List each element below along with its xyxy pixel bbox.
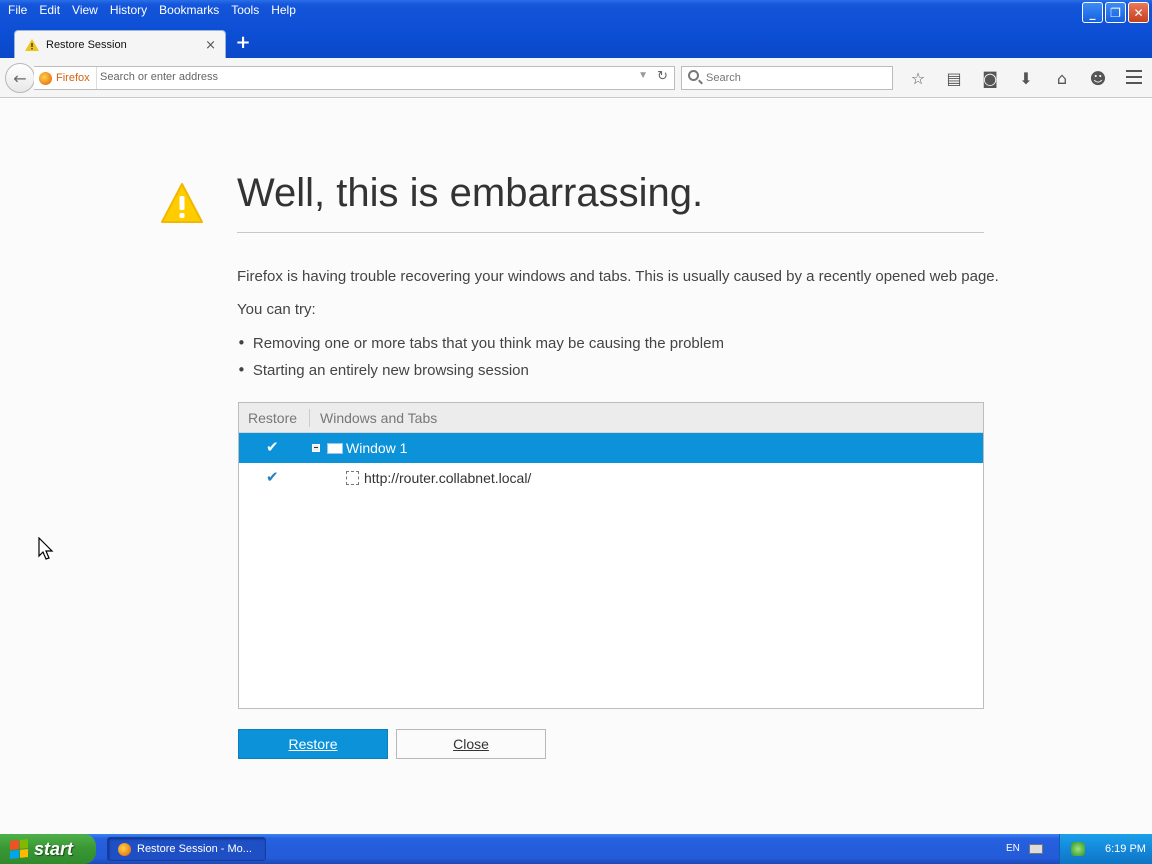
hello-icon[interactable]: ☻ [1080,66,1116,90]
close-button[interactable]: Close [396,729,546,759]
menu-history[interactable]: History [104,0,153,20]
site-identity[interactable]: Firefox [39,67,97,89]
tab-url-label: http://router.collabnet.local/ [364,470,532,486]
window-titlebar: File Edit View History Bookmarks Tools H… [0,0,1152,59]
restore-checkbox[interactable]: ✔ [266,468,279,486]
tree-header: Restore Windows and Tabs [239,403,983,433]
collapse-toggle-icon[interactable] [312,444,320,452]
window-controls: _ ❐ ✕ [1082,2,1149,23]
window-label: Window 1 [346,440,408,456]
tab-restore-session[interactable]: Restore Session × [14,30,226,59]
language-indicator[interactable]: EN [1006,843,1020,854]
try-label: You can try: [237,301,316,318]
toolbar-icons: ☆ ▤ ◙ ⬇ ⌂ ☻ [900,66,1116,90]
warning-icon [25,39,39,51]
column-windows-and-tabs[interactable]: Windows and Tabs [310,410,437,426]
start-label: start [34,838,74,859]
identity-label: Firefox [56,72,90,84]
menu-icon[interactable] [1126,70,1142,88]
download-icon[interactable]: ⬇ [1008,66,1044,90]
new-tab-button[interactable]: + [234,32,252,54]
warning-icon [161,183,203,223]
network-icon[interactable] [1071,842,1085,856]
search-icon [688,70,699,81]
tree-row-window[interactable]: ✔ Window 1 [239,433,983,463]
windows-logo-icon [10,839,28,859]
menu-bookmarks[interactable]: Bookmarks [153,0,225,20]
taskbar-item-firefox[interactable]: Restore Session - Mo... [107,837,266,861]
title-divider [237,232,984,233]
menu-tools[interactable]: Tools [225,0,265,20]
window-icon [327,443,343,454]
mouse-cursor-icon [38,537,54,560]
menu-help[interactable]: Help [265,0,302,20]
page-icon [346,471,359,485]
error-description: Firefox is having trouble recovering you… [237,268,999,285]
taskbar-item-label: Restore Session - Mo... [137,843,252,855]
back-button[interactable]: ← [5,63,35,93]
suggestion-list: Removing one or more tabs that you think… [237,334,724,388]
suggestion-item: Removing one or more tabs that you think… [237,334,724,352]
column-restore[interactable]: Restore [239,408,310,427]
start-button[interactable]: start [0,834,96,864]
url-bar[interactable]: Firefox Search or enter address ▼ ↻ [34,66,675,90]
reading-list-icon[interactable]: ▤ [936,66,972,90]
menu-file[interactable]: File [2,0,33,20]
system-tray: 6:19 PM [1059,834,1152,864]
menu-view[interactable]: View [66,0,104,20]
firefox-logo-icon [118,842,131,856]
tab-close-icon[interactable]: × [205,38,216,53]
search-input[interactable]: Search [706,72,741,84]
reload-icon[interactable]: ↻ [657,69,668,84]
search-bar[interactable]: Search [681,66,893,90]
clock[interactable]: 6:19 PM [1105,843,1146,855]
navigation-toolbar: ← Firefox Search or enter address ▼ ↻ Se… [0,58,1152,98]
close-icon[interactable]: ✕ [1128,2,1149,23]
restore-icon[interactable]: ❐ [1105,2,1126,23]
home-icon[interactable]: ⌂ [1044,66,1080,90]
url-dropdown-icon[interactable]: ▼ [638,70,648,81]
keyboard-icon[interactable] [1029,844,1043,854]
firefox-logo-icon [39,71,52,85]
minimize-icon[interactable]: _ [1082,2,1103,23]
page-title: Well, this is embarrassing. [237,171,704,215]
menu-bar: File Edit View History Bookmarks Tools H… [0,0,302,20]
star-icon[interactable]: ☆ [900,66,936,90]
session-tree[interactable]: Restore Windows and Tabs ✔ Window 1 ✔ ht… [238,402,984,709]
restore-checkbox[interactable]: ✔ [266,438,279,456]
back-arrow-icon: ← [13,68,27,88]
tab-title: Restore Session [46,39,127,51]
restore-button[interactable]: Restore [238,729,388,759]
page-content: Well, this is embarrassing. Firefox is h… [0,99,1152,834]
taskbar: start Restore Session - Mo... EN 6:19 PM [0,834,1152,864]
pocket-icon[interactable]: ◙ [972,66,1008,90]
url-input[interactable]: Search or enter address [100,71,218,83]
suggestion-item: Starting an entirely new browsing sessio… [237,361,724,379]
tree-row-tab[interactable]: ✔ http://router.collabnet.local/ [239,463,983,493]
menu-edit[interactable]: Edit [33,0,66,20]
